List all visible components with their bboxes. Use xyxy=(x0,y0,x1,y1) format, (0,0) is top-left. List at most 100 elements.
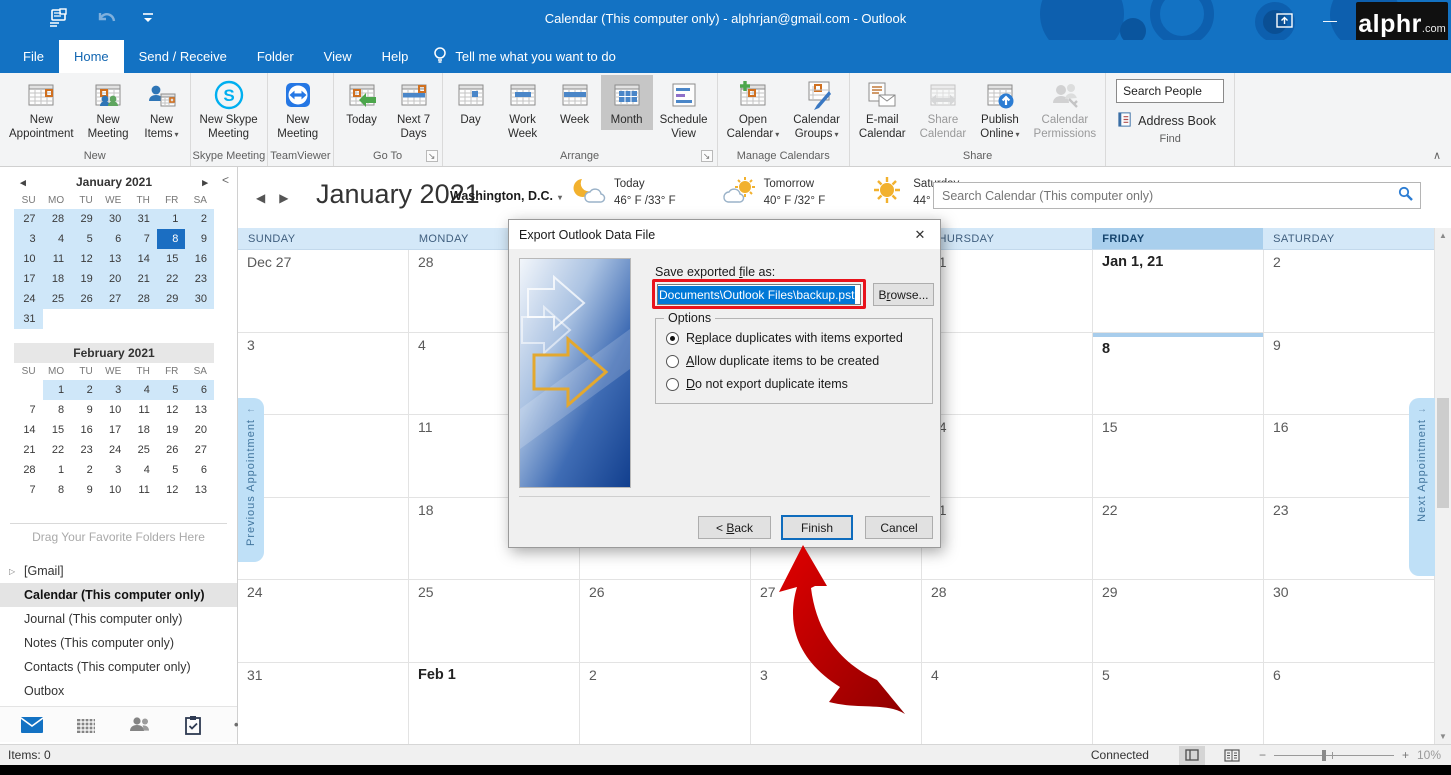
zoom-in-button[interactable]: + xyxy=(1402,748,1409,762)
mini-calendar-day[interactable]: 29 xyxy=(156,289,186,309)
radio-option-2[interactable]: Allow duplicate items to be created xyxy=(666,354,879,368)
sidebar-item-calendar-this-computer-only[interactable]: Calendar (This computer only) xyxy=(0,583,237,607)
calendar-cell[interactable]: 15 xyxy=(1093,415,1264,497)
people-icon[interactable] xyxy=(128,716,152,734)
mini-calendar-day[interactable]: 28 xyxy=(128,289,157,309)
mini-calendar-day[interactable]: 13 xyxy=(185,400,214,420)
calendar-cell[interactable]: 2 xyxy=(580,662,751,744)
calendar-cell[interactable]: 31 xyxy=(238,662,409,744)
mini-calendar-day[interactable]: 22 xyxy=(43,440,72,460)
sidebar-item-outbox[interactable]: Outbox xyxy=(0,679,237,703)
mini-calendar-day[interactable]: 2 xyxy=(185,209,214,229)
calendar-module-icon[interactable] xyxy=(76,716,96,734)
mini-calendar-day[interactable]: 6 xyxy=(185,380,214,400)
mini-calendar-day[interactable]: 26 xyxy=(157,440,186,460)
calendar-cell[interactable]: Jan 1, 21 xyxy=(1093,250,1264,332)
mini-calendar-day[interactable]: 16 xyxy=(71,420,100,440)
mini-calendar-day[interactable]: 23 xyxy=(71,440,100,460)
mini-calendar-day[interactable]: 14 xyxy=(128,249,157,269)
mini-calendar-day[interactable]: 31 xyxy=(14,309,43,329)
ribbon-button-schedule-view[interactable]: Schedule View xyxy=(653,75,715,144)
finish-button[interactable]: Finish xyxy=(781,515,853,540)
mini-prev-icon[interactable]: ◂ xyxy=(14,176,32,189)
mini-calendar-day[interactable]: 19 xyxy=(71,269,100,289)
search-people-box[interactable]: Search People xyxy=(1116,79,1225,103)
mini-calendar-day[interactable]: 9 xyxy=(185,229,214,249)
ribbon-button-new-skype-meeting[interactable]: New Skype Meeting xyxy=(193,75,265,144)
radio-option-3[interactable]: Do not export duplicate items xyxy=(666,377,848,391)
dialog-launcher-icon[interactable]: ↘ xyxy=(425,150,438,162)
mini-calendar-day[interactable]: 12 xyxy=(157,480,186,500)
mini-calendar-day[interactable]: 16 xyxy=(185,249,214,269)
expander-icon[interactable]: ▷ xyxy=(9,567,15,576)
mini-calendar-day[interactable]: 18 xyxy=(42,269,72,289)
mini-calendar-day[interactable]: 7 xyxy=(14,480,43,500)
tab-home[interactable]: Home xyxy=(58,40,124,73)
ribbon-button-calendar-groups[interactable]: Calendar Groups ▾ xyxy=(786,75,847,144)
mail-icon[interactable] xyxy=(20,716,44,734)
mini-calendar-day[interactable]: 28 xyxy=(14,460,43,480)
calendar-cell[interactable]: 25 xyxy=(409,580,580,662)
calendar-cell[interactable]: Feb 1 xyxy=(409,662,580,744)
search-icon[interactable] xyxy=(1390,186,1420,206)
mini-calendar-day[interactable]: 20 xyxy=(99,269,129,289)
ribbon-button-new-appointment[interactable]: New Appointment xyxy=(2,75,81,144)
tab-file[interactable]: File xyxy=(8,40,59,73)
mini-calendar-day[interactable]: 4 xyxy=(128,380,157,400)
mini-next-icon[interactable]: ▸ xyxy=(196,176,214,189)
mini-calendar-day[interactable]: 11 xyxy=(128,480,157,500)
mini-calendar-day[interactable]: 1 xyxy=(43,460,72,480)
mini-calendar-day[interactable]: 9 xyxy=(71,480,100,500)
mini-calendar-day[interactable]: 17 xyxy=(100,420,129,440)
back-button[interactable]: < Back xyxy=(698,516,771,539)
next-month-icon[interactable]: ▶ xyxy=(279,191,302,205)
calendar-cell[interactable]: 9 xyxy=(1264,332,1434,414)
mini-calendar-day[interactable]: 13 xyxy=(99,249,129,269)
radio-icon[interactable] xyxy=(666,377,679,391)
previous-appointment-tab[interactable]: ← Previous Appointment xyxy=(238,398,264,562)
ribbon-button-today[interactable]: Today xyxy=(336,75,388,130)
previous-month-icon[interactable]: ◀ xyxy=(256,191,279,205)
tab-view[interactable]: View xyxy=(309,40,367,73)
mini-calendar-day[interactable]: 23 xyxy=(185,269,214,289)
mini-calendar-day[interactable]: 6 xyxy=(99,229,129,249)
mini-calendar-day[interactable]: 8 xyxy=(43,400,72,420)
calendar-cell[interactable]: 22 xyxy=(1093,497,1264,579)
sidebar-item-journal-this-computer-only[interactable]: Journal (This computer only) xyxy=(0,607,237,631)
calendar-cell[interactable]: 3 xyxy=(751,662,922,744)
zoom-slider[interactable] xyxy=(1273,749,1394,761)
mini-calendar-day[interactable]: 2 xyxy=(71,380,100,400)
search-calendar-box[interactable] xyxy=(933,182,1421,209)
ribbon-display-options-icon[interactable] xyxy=(1266,0,1302,40)
weather-location[interactable]: Washington, D.C. ▾ xyxy=(450,189,562,203)
ribbon-button-publish-online[interactable]: Publish Online ▾ xyxy=(973,75,1026,144)
ribbon-button-work-week[interactable]: Work Week xyxy=(497,75,549,144)
mini-calendar-day[interactable]: 12 xyxy=(71,249,100,269)
mini-calendar-day[interactable]: 24 xyxy=(100,440,129,460)
radio-option-1[interactable]: Replace duplicates with items exported xyxy=(666,331,903,345)
calendar-cell[interactable]: 26 xyxy=(580,580,751,662)
mini-calendar-day[interactable]: 15 xyxy=(43,420,72,440)
mini-calendar-day[interactable]: 27 xyxy=(14,209,43,229)
address-book-button[interactable]: Address Book xyxy=(1116,111,1224,131)
calendar-cell[interactable]: 30 xyxy=(1264,580,1434,662)
close-icon[interactable]: ✕ xyxy=(900,220,940,249)
scrollbar-thumb[interactable] xyxy=(1437,398,1449,508)
calendar-cell[interactable]: 2 xyxy=(1264,250,1434,332)
mini-calendar-day[interactable]: 27 xyxy=(185,440,214,460)
mini-calendar-day[interactable]: 20 xyxy=(185,420,214,440)
dialog-launcher-icon[interactable]: ↘ xyxy=(700,150,713,162)
mini-calendar-day[interactable]: 17 xyxy=(14,269,43,289)
minimize-button[interactable]: — xyxy=(1312,0,1348,40)
mini-calendar-day[interactable]: 1 xyxy=(156,209,186,229)
calendar-cell[interactable]: 4 xyxy=(922,662,1093,744)
mini-calendar-day[interactable]: 12 xyxy=(157,400,186,420)
mini-calendar-day[interactable]: 5 xyxy=(71,229,100,249)
calendar-cell[interactable]: 21 xyxy=(922,497,1093,579)
ribbon-button-day[interactable]: Day xyxy=(445,75,497,130)
mini-calendar-day[interactable]: 22 xyxy=(156,269,186,289)
ribbon-button-new-meeting[interactable]: New Meeting xyxy=(81,75,136,144)
scroll-down-icon[interactable]: ▼ xyxy=(1435,729,1451,745)
mini-calendar-day[interactable]: 14 xyxy=(14,420,43,440)
calendar-cell[interactable]: 27 xyxy=(751,580,922,662)
